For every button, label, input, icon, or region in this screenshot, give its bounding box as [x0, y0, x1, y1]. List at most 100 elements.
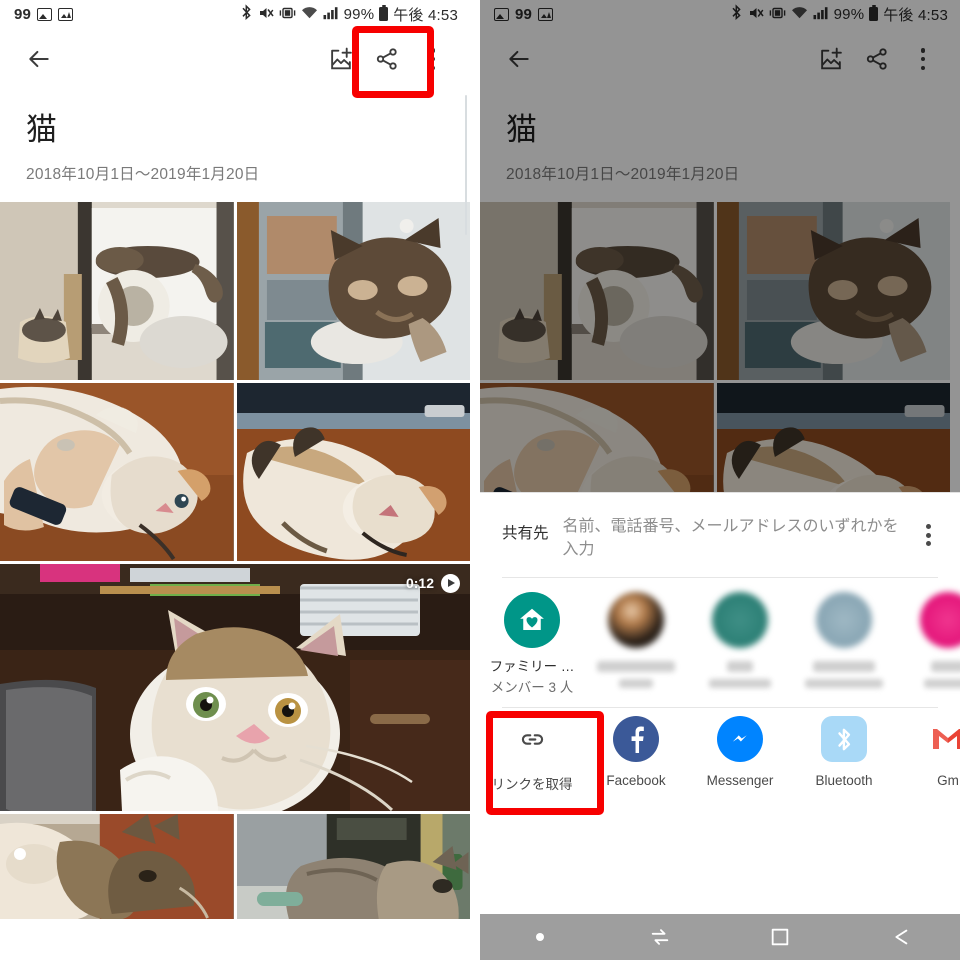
battery-icon	[379, 4, 389, 21]
signal-icon	[813, 6, 829, 23]
nav-recents-button[interactable]	[720, 926, 840, 948]
cat-on-tower-image	[480, 201, 714, 380]
back-button[interactable]	[16, 36, 62, 82]
contact-item[interactable]	[896, 592, 960, 697]
photo-thumbnail[interactable]	[0, 201, 234, 380]
share-button[interactable]	[854, 36, 900, 82]
contact-sub	[619, 679, 653, 689]
nav-back-arrow-icon	[895, 929, 908, 945]
photo-icon	[37, 7, 53, 21]
messenger-icon	[717, 716, 763, 763]
switch-arrows-icon	[168, 929, 185, 945]
right-phone-screen: 99 99% 午後 4:53 猫 2018年10月1日〜2019年1月20日 共…	[480, 0, 960, 960]
app-item-gmail[interactable]: Gm	[896, 716, 960, 793]
contact-item-family[interactable]: ファミリー … メンバー 3 人	[480, 592, 584, 697]
photo-thumbnail[interactable]	[0, 382, 234, 561]
video-duration: 0:12	[405, 575, 434, 592]
back-button[interactable]	[496, 36, 542, 82]
nav-switch-button[interactable]	[118, 926, 236, 948]
vibrate-icon	[769, 7, 786, 22]
recipient-input[interactable]: 名前、電話番号、メールアドレスのいずれかを入力	[563, 513, 910, 561]
contact-item[interactable]	[688, 592, 792, 697]
contact-sub: メンバー 3 人	[490, 680, 574, 696]
contact-item[interactable]	[792, 592, 896, 697]
app-label: Messenger	[706, 773, 774, 789]
app-item-get-link[interactable]: リンクを取得	[480, 716, 584, 793]
contact-name	[597, 661, 675, 673]
cat-video-image	[0, 563, 470, 811]
app-item-facebook[interactable]: Facebook	[584, 716, 688, 793]
battery-icon	[869, 4, 879, 21]
app-item-messenger[interactable]: Messenger	[688, 716, 792, 793]
nav-recents-button[interactable]	[235, 926, 353, 948]
share-button[interactable]	[364, 36, 410, 82]
wifi-icon	[791, 6, 808, 23]
album-date-range: 2018年10月1日〜2019年1月20日	[506, 165, 740, 183]
play-icon	[441, 573, 460, 593]
chart-icon	[58, 7, 74, 21]
status-bar-right: 99% 午後 4:53	[730, 4, 948, 25]
app-item-bluetooth[interactable]: Bluetooth	[792, 716, 896, 793]
contact-avatar	[608, 592, 664, 649]
add-photo-button[interactable]	[808, 36, 854, 82]
vibrate-icon	[279, 7, 296, 22]
photo-icon	[494, 7, 509, 21]
nav-back-button[interactable]	[840, 926, 960, 948]
scrollbar[interactable]	[465, 95, 467, 235]
album-title: 猫	[26, 112, 57, 147]
photo-thumbnail[interactable]	[716, 201, 950, 380]
contact-item[interactable]	[584, 592, 688, 697]
cat-by-window-image	[716, 201, 950, 380]
photo-thumbnail[interactable]	[236, 813, 470, 919]
mute-icon	[258, 5, 274, 24]
nav-switch-button[interactable]	[600, 926, 720, 948]
signal-icon	[323, 6, 339, 23]
overflow-menu-button[interactable]	[410, 36, 456, 82]
apps-row: リンクを取得 Facebook Messenger Bluetooth Gm	[480, 708, 960, 807]
recipient-label: 共有先	[502, 525, 549, 542]
add-photo-button[interactable]	[318, 36, 364, 82]
grid-row	[0, 201, 470, 380]
status-bar-left: 99	[14, 5, 74, 23]
chart-icon	[538, 7, 554, 21]
notification-count: 99	[14, 5, 32, 23]
contact-sub	[924, 679, 960, 689]
system-nav-bar	[0, 914, 470, 960]
back-arrow-icon	[29, 50, 49, 68]
battery-percent: 99%	[833, 5, 865, 23]
grid-row: 0:12	[0, 563, 470, 811]
overflow-menu-button[interactable]	[900, 36, 946, 82]
grid-row	[480, 201, 960, 380]
photo-thumbnail[interactable]	[480, 201, 714, 380]
add-photo-icon	[820, 47, 842, 69]
album-header: 猫 2018年10月1日〜2019年1月20日	[0, 90, 470, 202]
sheet-overflow-button[interactable]	[910, 513, 946, 553]
video-duration-badge: 0:12	[405, 573, 460, 593]
nav-back-arrow-icon	[406, 929, 419, 945]
photo-thumbnail[interactable]	[236, 201, 470, 380]
back-arrow-icon	[509, 50, 529, 68]
nav-back-button[interactable]	[353, 926, 471, 948]
contact-sub	[805, 679, 883, 689]
contact-sub	[709, 679, 771, 689]
recents-square-icon	[285, 928, 302, 946]
album-title: 猫	[506, 112, 537, 147]
photo-grid: 0:12	[0, 201, 470, 919]
photo-thumbnail[interactable]	[0, 813, 234, 919]
nav-dot-slot	[0, 933, 118, 941]
notification-count: 99	[515, 5, 533, 23]
album-date-range: 2018年10月1日〜2019年1月20日	[26, 165, 260, 183]
app-label: Gm	[937, 773, 959, 789]
clock: 午後 4:53	[883, 6, 948, 24]
battery-percent: 99%	[343, 5, 375, 23]
nav-dot-icon	[54, 933, 63, 941]
bluetooth-icon	[240, 4, 253, 24]
add-photo-icon	[330, 47, 352, 69]
video-thumbnail[interactable]: 0:12	[0, 563, 470, 811]
contact-name	[727, 661, 753, 673]
app-toolbar	[480, 28, 960, 90]
contact-avatar	[712, 592, 768, 649]
mute-icon	[748, 5, 764, 24]
system-nav-bar	[480, 914, 960, 960]
photo-thumbnail[interactable]	[236, 382, 470, 561]
